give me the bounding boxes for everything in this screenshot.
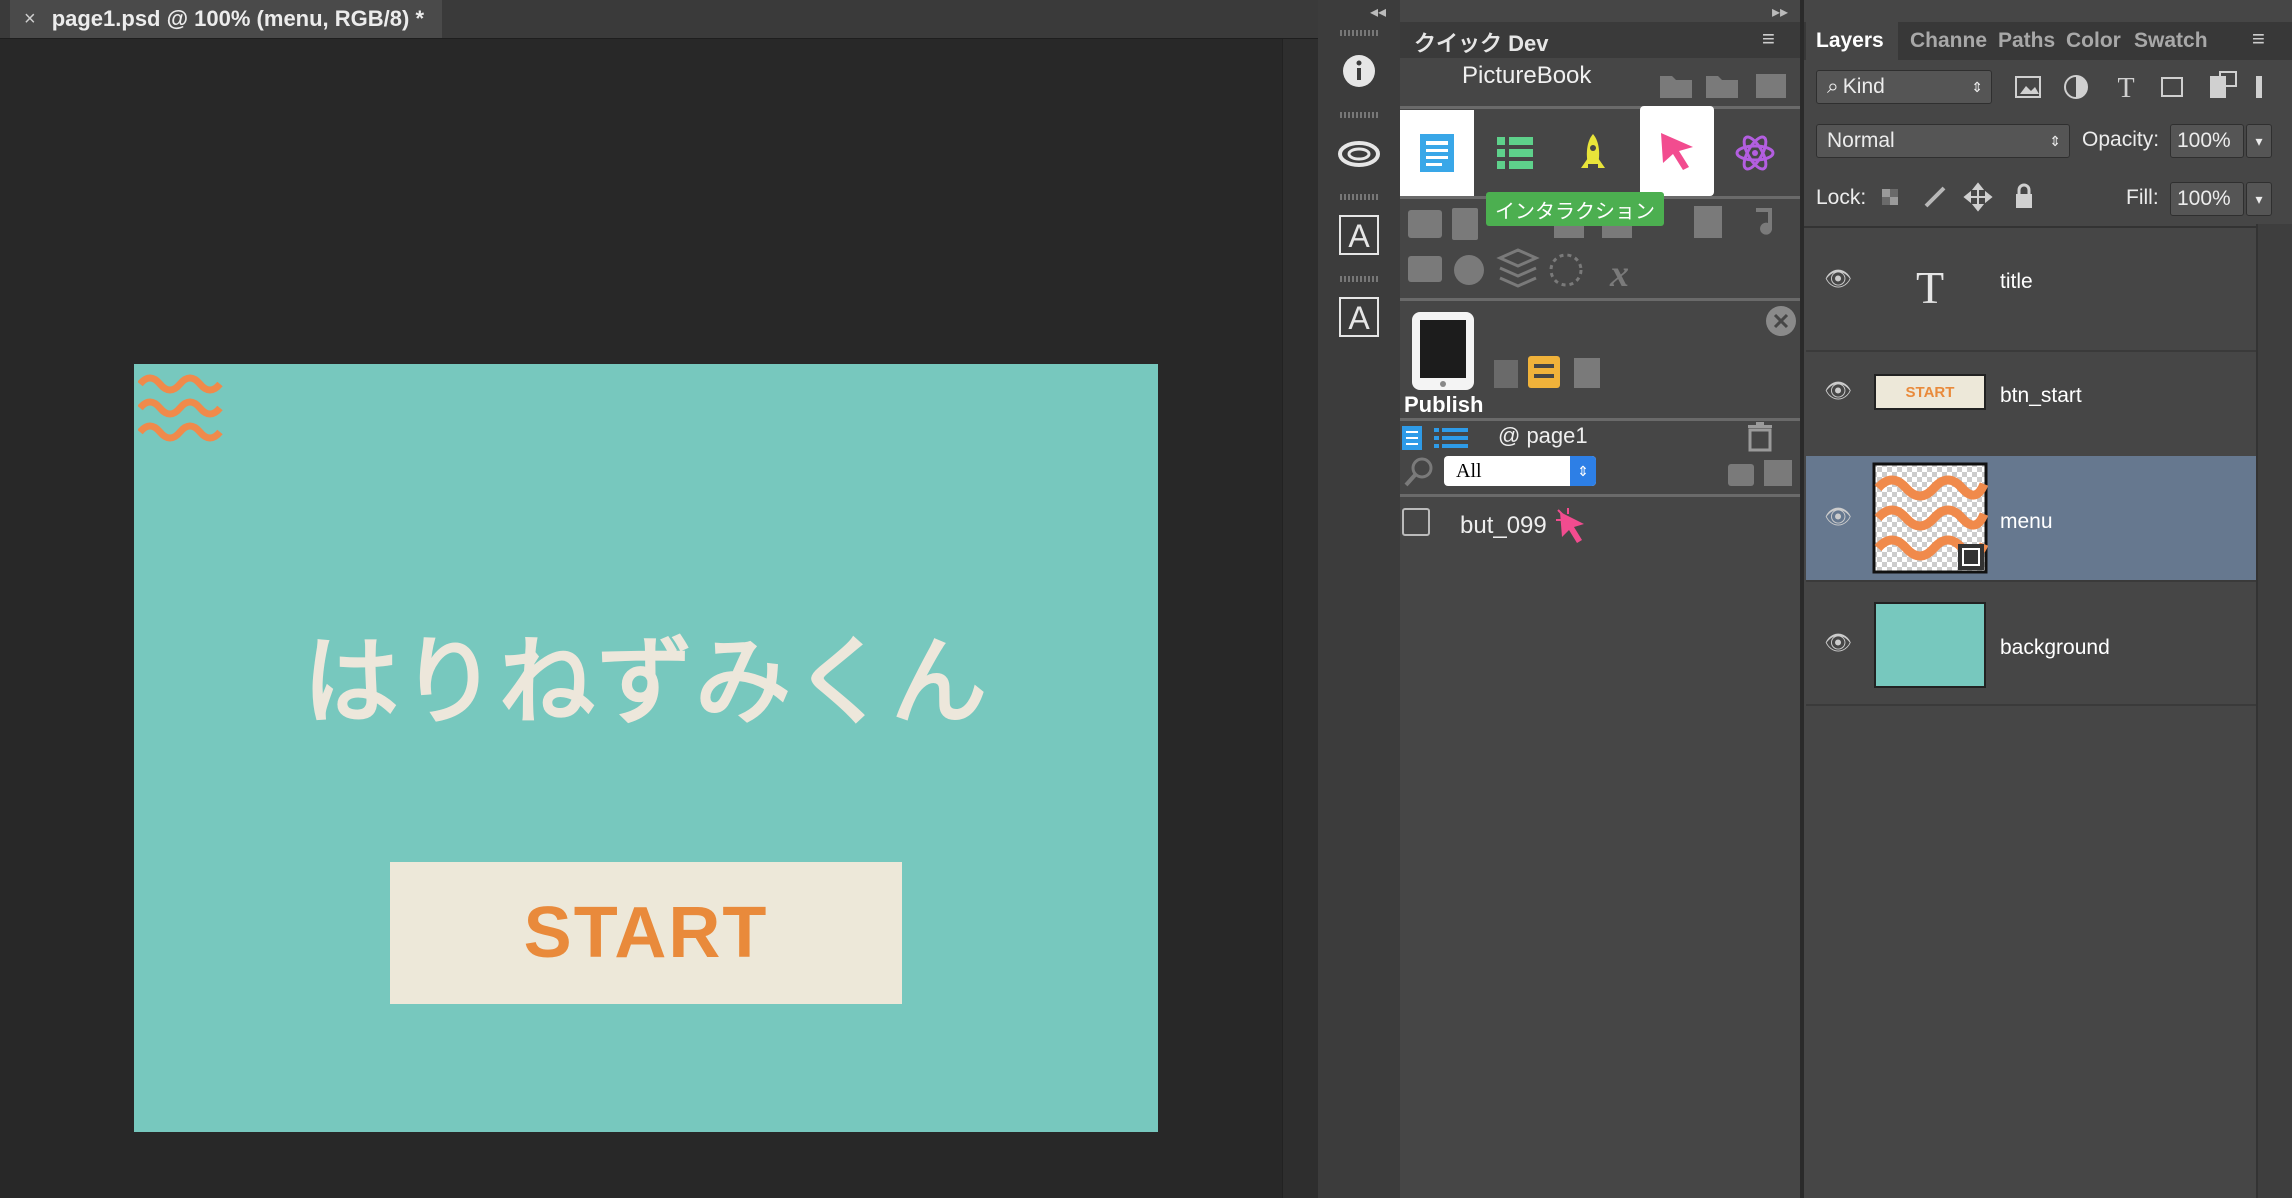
document-tab-title: page1.psd @ 100% (menu, RGB/8) * bbox=[51, 6, 425, 31]
interaction-tooltip: インタラクション bbox=[1486, 192, 1664, 226]
lock-option-icons[interactable] bbox=[1880, 180, 2040, 214]
page-icon bbox=[1420, 134, 1454, 172]
tab-interaction[interactable] bbox=[1640, 106, 1714, 196]
eye-icon[interactable]: 👁 bbox=[1824, 630, 1852, 656]
document-tab[interactable]: × page1.psd @ 100% (menu, RGB/8) * bbox=[10, 0, 443, 38]
canvas-title-text: はりねずみくん bbox=[303, 629, 989, 736]
trash-icon[interactable] bbox=[1746, 422, 1774, 452]
list-icon bbox=[1497, 137, 1533, 169]
grip-handle[interactable] bbox=[1340, 112, 1380, 118]
wave-menu-graphic[interactable] bbox=[138, 370, 228, 448]
publish-label[interactable]: Publish bbox=[1404, 392, 1483, 418]
grip-handle[interactable] bbox=[1340, 30, 1380, 36]
layer-name-menu[interactable]: menu bbox=[2000, 510, 2053, 534]
panel-menu-icon[interactable]: ≡ bbox=[2252, 26, 2265, 52]
document-scrollbar[interactable] bbox=[1282, 39, 1319, 1198]
list-item-label: but_099 bbox=[1460, 512, 1547, 539]
svg-text:A: A bbox=[1348, 218, 1370, 254]
quickdev-panel-title[interactable]: クイック Dev bbox=[1414, 26, 1548, 58]
pointer-icon bbox=[1661, 133, 1693, 170]
layer-name-background[interactable]: background bbox=[2000, 636, 2110, 660]
tab-color[interactable]: Color bbox=[2056, 22, 2126, 60]
select-arrows-icon[interactable]: ⇕ bbox=[1570, 456, 1596, 486]
pointer-icon bbox=[1556, 508, 1584, 543]
tab-paths[interactable]: Paths bbox=[1988, 22, 2058, 60]
opacity-label: Opacity: bbox=[2082, 128, 2160, 151]
current-page-label: @ page1 bbox=[1498, 423, 1588, 448]
eye-icon[interactable]: 👁 bbox=[1824, 266, 1852, 292]
tab-swatches[interactable]: Swatch bbox=[2124, 22, 2224, 60]
lock-label: Lock: bbox=[1816, 186, 1867, 209]
search-icon bbox=[1404, 457, 1433, 487]
layer-name-title[interactable]: title bbox=[2000, 270, 2033, 294]
tablet-icon[interactable] bbox=[1410, 310, 1476, 392]
collapse-left-icon[interactable]: ◂◂ bbox=[1370, 2, 1386, 22]
publish-options-icons[interactable] bbox=[1490, 352, 1630, 396]
layer-name-btn-start[interactable]: btn_start bbox=[2000, 384, 2082, 408]
fill-label: Fill: bbox=[2126, 186, 2159, 209]
fill-input[interactable]: 100% bbox=[2170, 182, 2244, 216]
eye-icon[interactable]: 👁 bbox=[1824, 378, 1852, 404]
close-circle-icon[interactable] bbox=[1764, 304, 1798, 338]
canvas-start-button[interactable]: START bbox=[390, 862, 902, 1004]
tab-page[interactable] bbox=[1400, 110, 1474, 196]
grip-handle[interactable] bbox=[1340, 276, 1380, 282]
creative-cloud-icon[interactable] bbox=[1326, 124, 1392, 182]
chevron-updown-icon: ⇕ bbox=[2049, 132, 2061, 149]
separator bbox=[1400, 418, 1800, 421]
eye-icon[interactable]: 👁 bbox=[1824, 504, 1852, 530]
menu-layer-thumbnail bbox=[1872, 462, 1988, 574]
blend-mode-select[interactable]: Normal ⇕ bbox=[1816, 124, 2070, 158]
search-icon: ⌕ bbox=[1827, 75, 1839, 98]
type-layer-thumbnail: T bbox=[1915, 261, 1945, 313]
btn-start-thumbnail: START bbox=[1874, 374, 1986, 410]
svg-text:x: x bbox=[1609, 253, 1629, 292]
svg-text:T: T bbox=[2117, 73, 2134, 104]
separator bbox=[1400, 106, 1800, 109]
chevron-down-icon[interactable]: ▾ bbox=[2246, 124, 2272, 158]
chevron-updown-icon: ⇕ bbox=[1971, 78, 1983, 95]
tab-layers[interactable]: Layers bbox=[1806, 22, 1898, 60]
folder-toolbar-icons[interactable] bbox=[1656, 66, 1796, 102]
chevron-down-icon[interactable]: ▾ bbox=[2246, 182, 2272, 216]
item-action-icons[interactable] bbox=[1722, 456, 1798, 488]
separator bbox=[1400, 494, 1800, 497]
collapse-right-icon[interactable]: ▸▸ bbox=[1772, 2, 1788, 22]
grip-handle[interactable] bbox=[1340, 194, 1380, 200]
blend-mode-value: Normal bbox=[1827, 129, 1895, 152]
layer-filter-icons[interactable]: T bbox=[2012, 70, 2262, 104]
type-a-icon[interactable]: A bbox=[1326, 206, 1392, 264]
info-icon[interactable] bbox=[1326, 42, 1392, 100]
background-layer-thumbnail bbox=[1874, 602, 1986, 688]
panel-menu-icon[interactable]: ≡ bbox=[1762, 26, 1775, 52]
close-icon[interactable]: × bbox=[24, 8, 36, 31]
tab-atom[interactable] bbox=[1718, 110, 1792, 196]
kind-filter-select[interactable]: ⌕ Kind ⇕ bbox=[1816, 70, 1992, 104]
kind-filter-label: Kind bbox=[1842, 75, 1885, 98]
tab-list[interactable] bbox=[1478, 110, 1552, 196]
type-a-icon[interactable]: A bbox=[1326, 288, 1392, 346]
picturebook-label: PictureBook bbox=[1462, 62, 1592, 89]
tab-rocket[interactable] bbox=[1556, 110, 1630, 196]
item-checkbox[interactable] bbox=[1402, 508, 1430, 536]
layers-scrollbar[interactable] bbox=[2256, 224, 2292, 1198]
rocket-icon bbox=[1581, 134, 1605, 168]
svg-text:A: A bbox=[1348, 300, 1370, 336]
artboard-canvas[interactable]: はりねずみくん START bbox=[134, 364, 1158, 1132]
opacity-input[interactable]: 100% bbox=[2170, 124, 2244, 158]
tab-channels[interactable]: Channe bbox=[1900, 22, 1992, 60]
view-toggle-icons[interactable] bbox=[1400, 424, 1472, 452]
separator bbox=[1400, 298, 1800, 301]
atom-icon bbox=[1735, 135, 1775, 171]
